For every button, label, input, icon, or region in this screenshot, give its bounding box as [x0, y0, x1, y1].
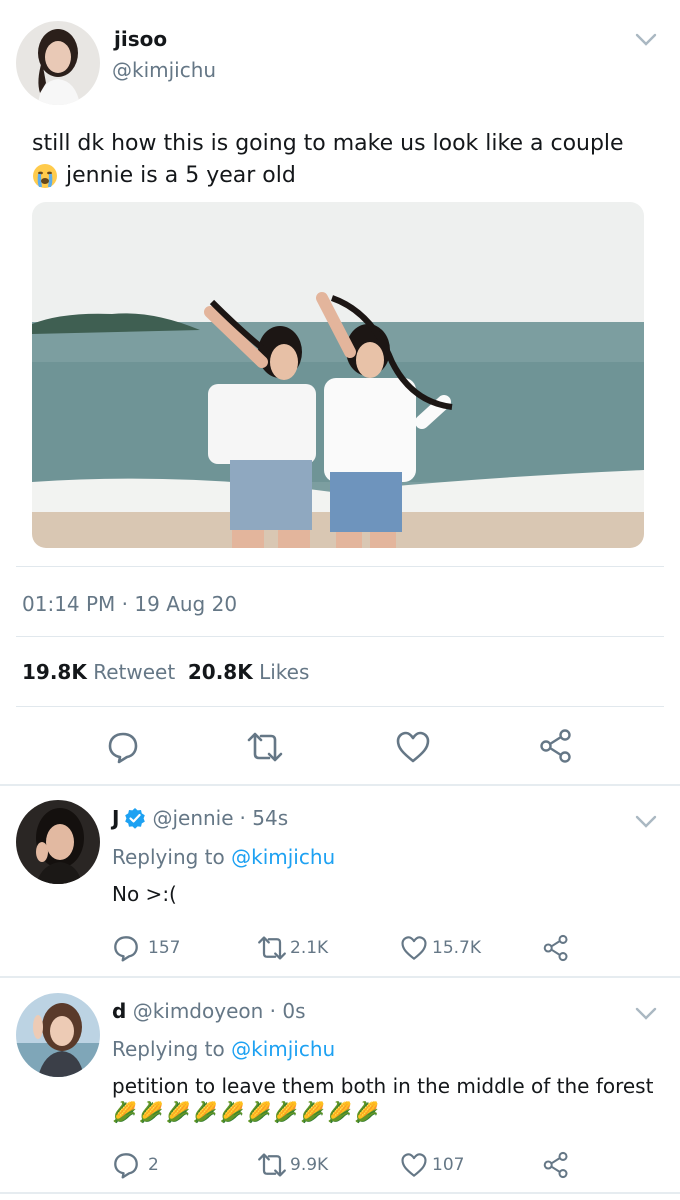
- section-separator: [0, 976, 680, 978]
- verified-badge-icon: [124, 807, 146, 829]
- replying-to-link[interactable]: @kimjichu: [231, 845, 335, 869]
- heart-icon: [401, 1153, 427, 1177]
- section-separator: [0, 1192, 680, 1194]
- section-separator: [0, 784, 680, 786]
- avatar-jisoo[interactable]: [16, 21, 100, 105]
- tweet-text: still dk how this is going to make us lo…: [32, 128, 652, 192]
- chevron-down-icon[interactable]: [634, 814, 658, 834]
- crying-face-icon: [32, 163, 58, 189]
- avatar-jennie[interactable]: [16, 800, 100, 884]
- retweet-icon: [247, 732, 283, 762]
- reply-share-button[interactable]: [542, 1151, 570, 1183]
- reply-author-name[interactable]: J: [112, 806, 119, 830]
- replying-to: Replying to @kimjichu: [112, 845, 335, 869]
- reply-time: · 54s: [239, 806, 289, 830]
- tweet-text-line2: jennie is a 5 year old: [66, 163, 296, 188]
- chevron-down-icon[interactable]: [634, 32, 658, 52]
- tweet-timestamp: 01:14 PM · 19 Aug 20: [22, 592, 238, 616]
- reply-count: 2: [148, 1155, 159, 1175]
- reply-author-handle[interactable]: @kimdoyeon: [133, 999, 264, 1023]
- reply-retweet-button[interactable]: 2.1K: [256, 936, 328, 960]
- retweet-count: 9.9K: [290, 1155, 329, 1175]
- reply-retweet-button[interactable]: 9.9K: [256, 1153, 328, 1177]
- retweet-count: 2.1K: [290, 938, 329, 958]
- reply-time: · 0s: [269, 999, 306, 1023]
- share-button[interactable]: [538, 728, 574, 768]
- divider: [16, 566, 664, 567]
- reply-header: J @jennie · 54s: [112, 806, 288, 830]
- comment-icon: [114, 936, 138, 962]
- divider: [16, 706, 664, 707]
- heart-icon: [401, 936, 427, 960]
- replying-to-link[interactable]: @kimjichu: [231, 1037, 335, 1061]
- likes-label[interactable]: Likes: [259, 660, 309, 684]
- reply-comment-button[interactable]: 2: [112, 1151, 159, 1179]
- replying-prefix: Replying to: [112, 845, 225, 869]
- corn-emoji-line: 🌽🌽🌽🌽🌽🌽🌽🌽🌽🌽: [112, 1100, 382, 1124]
- share-icon: [543, 934, 568, 962]
- retweet-label[interactable]: Retweet: [93, 660, 175, 684]
- reply-author-handle[interactable]: @jennie: [152, 806, 233, 830]
- reply-like-button[interactable]: 107: [400, 1152, 464, 1178]
- replying-prefix: Replying to: [112, 1037, 225, 1061]
- tweet-photo[interactable]: [32, 202, 644, 548]
- comment-icon: [108, 732, 138, 764]
- reply-count: 157: [148, 938, 181, 958]
- reply-header: d @kimdoyeon · 0s: [112, 999, 306, 1023]
- share-icon: [540, 729, 571, 763]
- like-count: 15.7K: [432, 938, 481, 958]
- comment-icon: [114, 1153, 138, 1179]
- retweet-count[interactable]: 19.8K: [22, 660, 87, 684]
- reply-like-button[interactable]: 15.7K: [400, 935, 481, 961]
- heart-icon: [396, 731, 430, 763]
- divider: [16, 636, 664, 637]
- avatar-kimdoyeon[interactable]: [16, 993, 100, 1077]
- chevron-down-icon[interactable]: [634, 1006, 658, 1026]
- retweet-icon: [258, 936, 286, 960]
- likes-count[interactable]: 20.8K: [188, 660, 253, 684]
- retweet-icon: [258, 1153, 286, 1177]
- share-icon: [543, 1151, 568, 1179]
- reply-share-button[interactable]: [542, 934, 570, 966]
- reply-text: petition to leave them both in the middl…: [112, 1074, 654, 1098]
- author-name[interactable]: jisoo: [114, 27, 167, 51]
- retweet-button[interactable]: [245, 732, 285, 766]
- like-button[interactable]: [395, 730, 431, 768]
- replying-to: Replying to @kimjichu: [112, 1037, 335, 1061]
- reply-comment-button[interactable]: 157: [112, 934, 180, 962]
- tweet-stats: 19.8K Retweet 20.8K Likes: [22, 660, 309, 684]
- reply-author-name[interactable]: d: [112, 999, 126, 1023]
- reply-text: No >:(: [112, 882, 177, 906]
- author-handle[interactable]: @kimjichu: [112, 58, 216, 82]
- like-count: 107: [432, 1155, 465, 1175]
- tweet-text-line1: still dk how this is going to make us lo…: [32, 131, 624, 156]
- reply-button[interactable]: [106, 730, 140, 768]
